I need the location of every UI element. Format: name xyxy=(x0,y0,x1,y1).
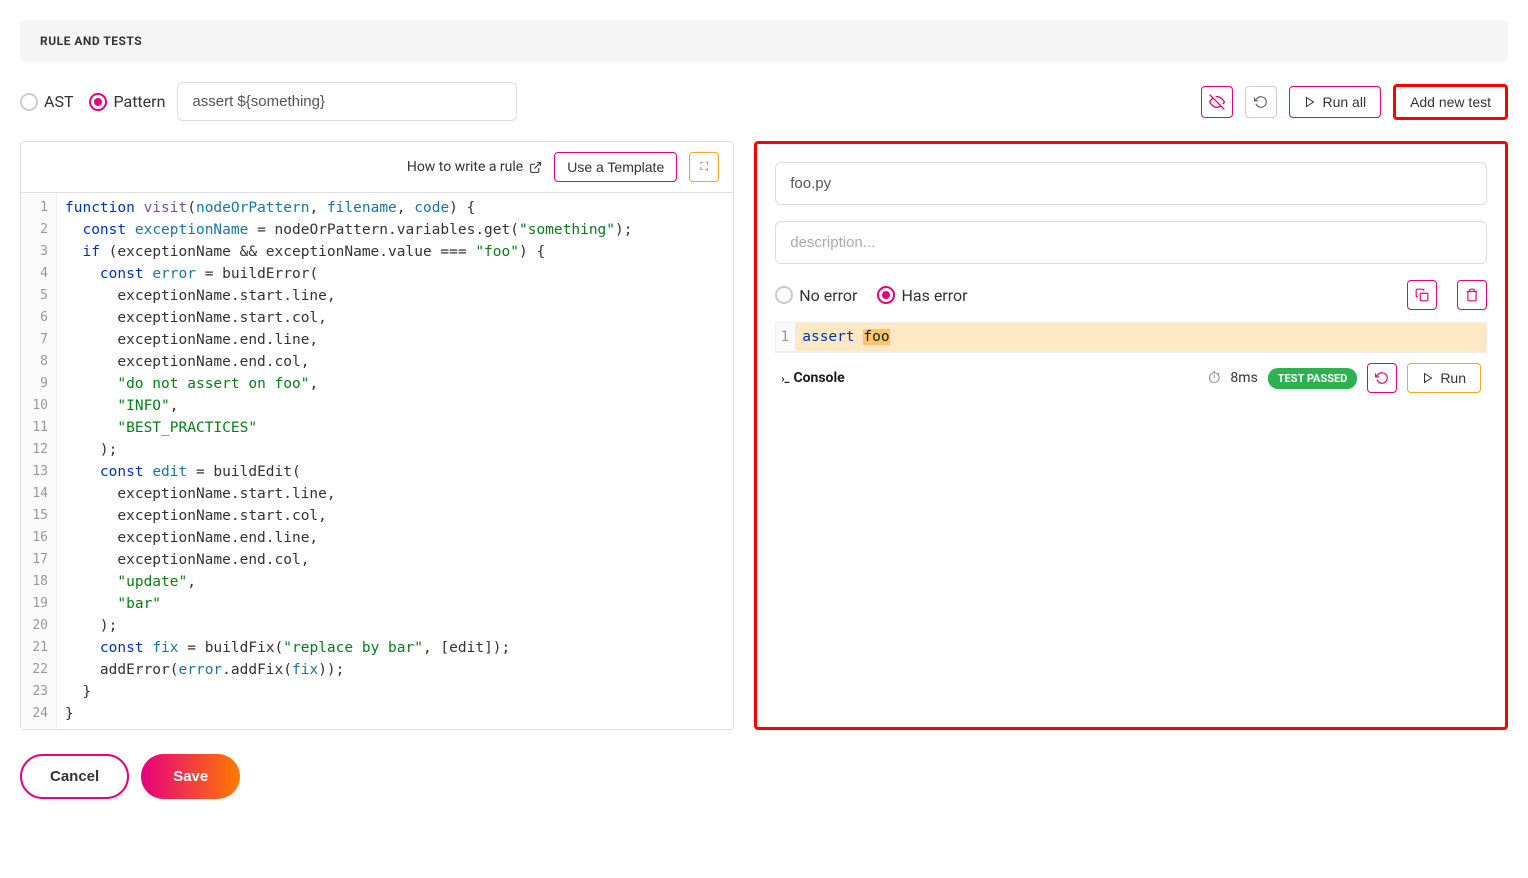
top-controls-row: AST Pattern Run all Add new test xyxy=(20,82,1508,121)
rule-editor-pane: How to write a rule Use a Template ⛶ 123… xyxy=(20,141,734,730)
chevron-right-icon: ›_ xyxy=(781,372,789,385)
mode-ast-radio[interactable]: AST xyxy=(20,92,73,111)
trash-icon xyxy=(1465,288,1479,302)
radio-label: AST xyxy=(44,92,73,111)
expand-icon: ⛶ xyxy=(700,161,708,174)
radio-icon xyxy=(775,286,793,304)
timer-icon: ⏱ xyxy=(1208,368,1220,388)
radio-icon xyxy=(89,93,107,111)
radio-icon xyxy=(877,286,895,304)
copy-icon xyxy=(1415,288,1429,302)
code-body[interactable]: function visit(nodeOrPattern, filename, … xyxy=(57,193,733,729)
section-header: RULE AND TESTS xyxy=(20,20,1508,62)
run-all-button[interactable]: Run all xyxy=(1289,86,1381,118)
test-description-input[interactable] xyxy=(775,221,1487,264)
no-error-radio[interactable]: No error xyxy=(775,286,857,305)
test-filename-input[interactable] xyxy=(775,162,1487,205)
radio-label: Pattern xyxy=(113,92,165,111)
test-code-line[interactable]: assert foo xyxy=(796,323,1486,351)
line-number: 1 xyxy=(776,323,796,351)
howto-link[interactable]: How to write a rule xyxy=(407,159,542,175)
console-row: ›_ Console ⏱ 8ms TEST PASSED Run xyxy=(775,352,1487,403)
expand-editor-button[interactable]: ⛶ xyxy=(689,152,719,182)
console-label-text: Console xyxy=(793,370,844,386)
save-button[interactable]: Save xyxy=(141,754,240,799)
line-number-gutter: 123456789101112131415161718192021222324 xyxy=(21,193,57,729)
code-editor[interactable]: 123456789101112131415161718192021222324 … xyxy=(21,193,733,729)
eye-off-icon xyxy=(1209,94,1225,110)
test-status-badge: TEST PASSED xyxy=(1268,368,1358,389)
refresh-icon xyxy=(1254,95,1268,109)
refresh-icon xyxy=(1375,371,1389,385)
delete-test-button[interactable] xyxy=(1457,280,1487,310)
error-mode-row: No error Has error xyxy=(775,280,1487,310)
mode-pattern-radio[interactable]: Pattern xyxy=(89,92,165,111)
use-template-button[interactable]: Use a Template xyxy=(554,152,677,182)
button-label: Run xyxy=(1440,370,1466,386)
link-label: How to write a rule xyxy=(407,159,523,175)
pattern-input[interactable] xyxy=(177,82,517,121)
add-new-test-button[interactable]: Add new test xyxy=(1393,84,1508,120)
refresh-button[interactable] xyxy=(1245,86,1277,118)
play-icon xyxy=(1304,96,1316,108)
error-radio-group: No error Has error xyxy=(775,286,1387,305)
console-toggle[interactable]: ›_ Console xyxy=(781,370,1198,386)
main-content-row: How to write a rule Use a Template ⛶ 123… xyxy=(20,141,1508,730)
visibility-toggle-button[interactable] xyxy=(1201,86,1233,118)
has-error-radio[interactable]: Has error xyxy=(877,286,967,305)
rerun-test-button[interactable] xyxy=(1367,363,1397,393)
copy-test-button[interactable] xyxy=(1407,280,1437,310)
external-link-icon xyxy=(529,161,542,174)
mode-radio-group: AST Pattern xyxy=(20,92,165,111)
radio-icon xyxy=(20,93,38,111)
test-code-editor[interactable]: 1 assert foo xyxy=(775,322,1487,352)
radio-label: Has error xyxy=(901,286,967,305)
radio-label: No error xyxy=(799,286,857,305)
test-duration: 8ms xyxy=(1230,370,1257,386)
footer-buttons: Cancel Save xyxy=(20,754,1508,799)
play-icon xyxy=(1422,372,1434,384)
button-label: Run all xyxy=(1322,94,1366,110)
editor-toolbar: How to write a rule Use a Template ⛶ xyxy=(21,142,733,193)
test-pane: No error Has error 1 assert foo ›_ Conso… xyxy=(754,141,1508,730)
cancel-button[interactable]: Cancel xyxy=(20,754,129,799)
run-test-button[interactable]: Run xyxy=(1407,363,1481,393)
